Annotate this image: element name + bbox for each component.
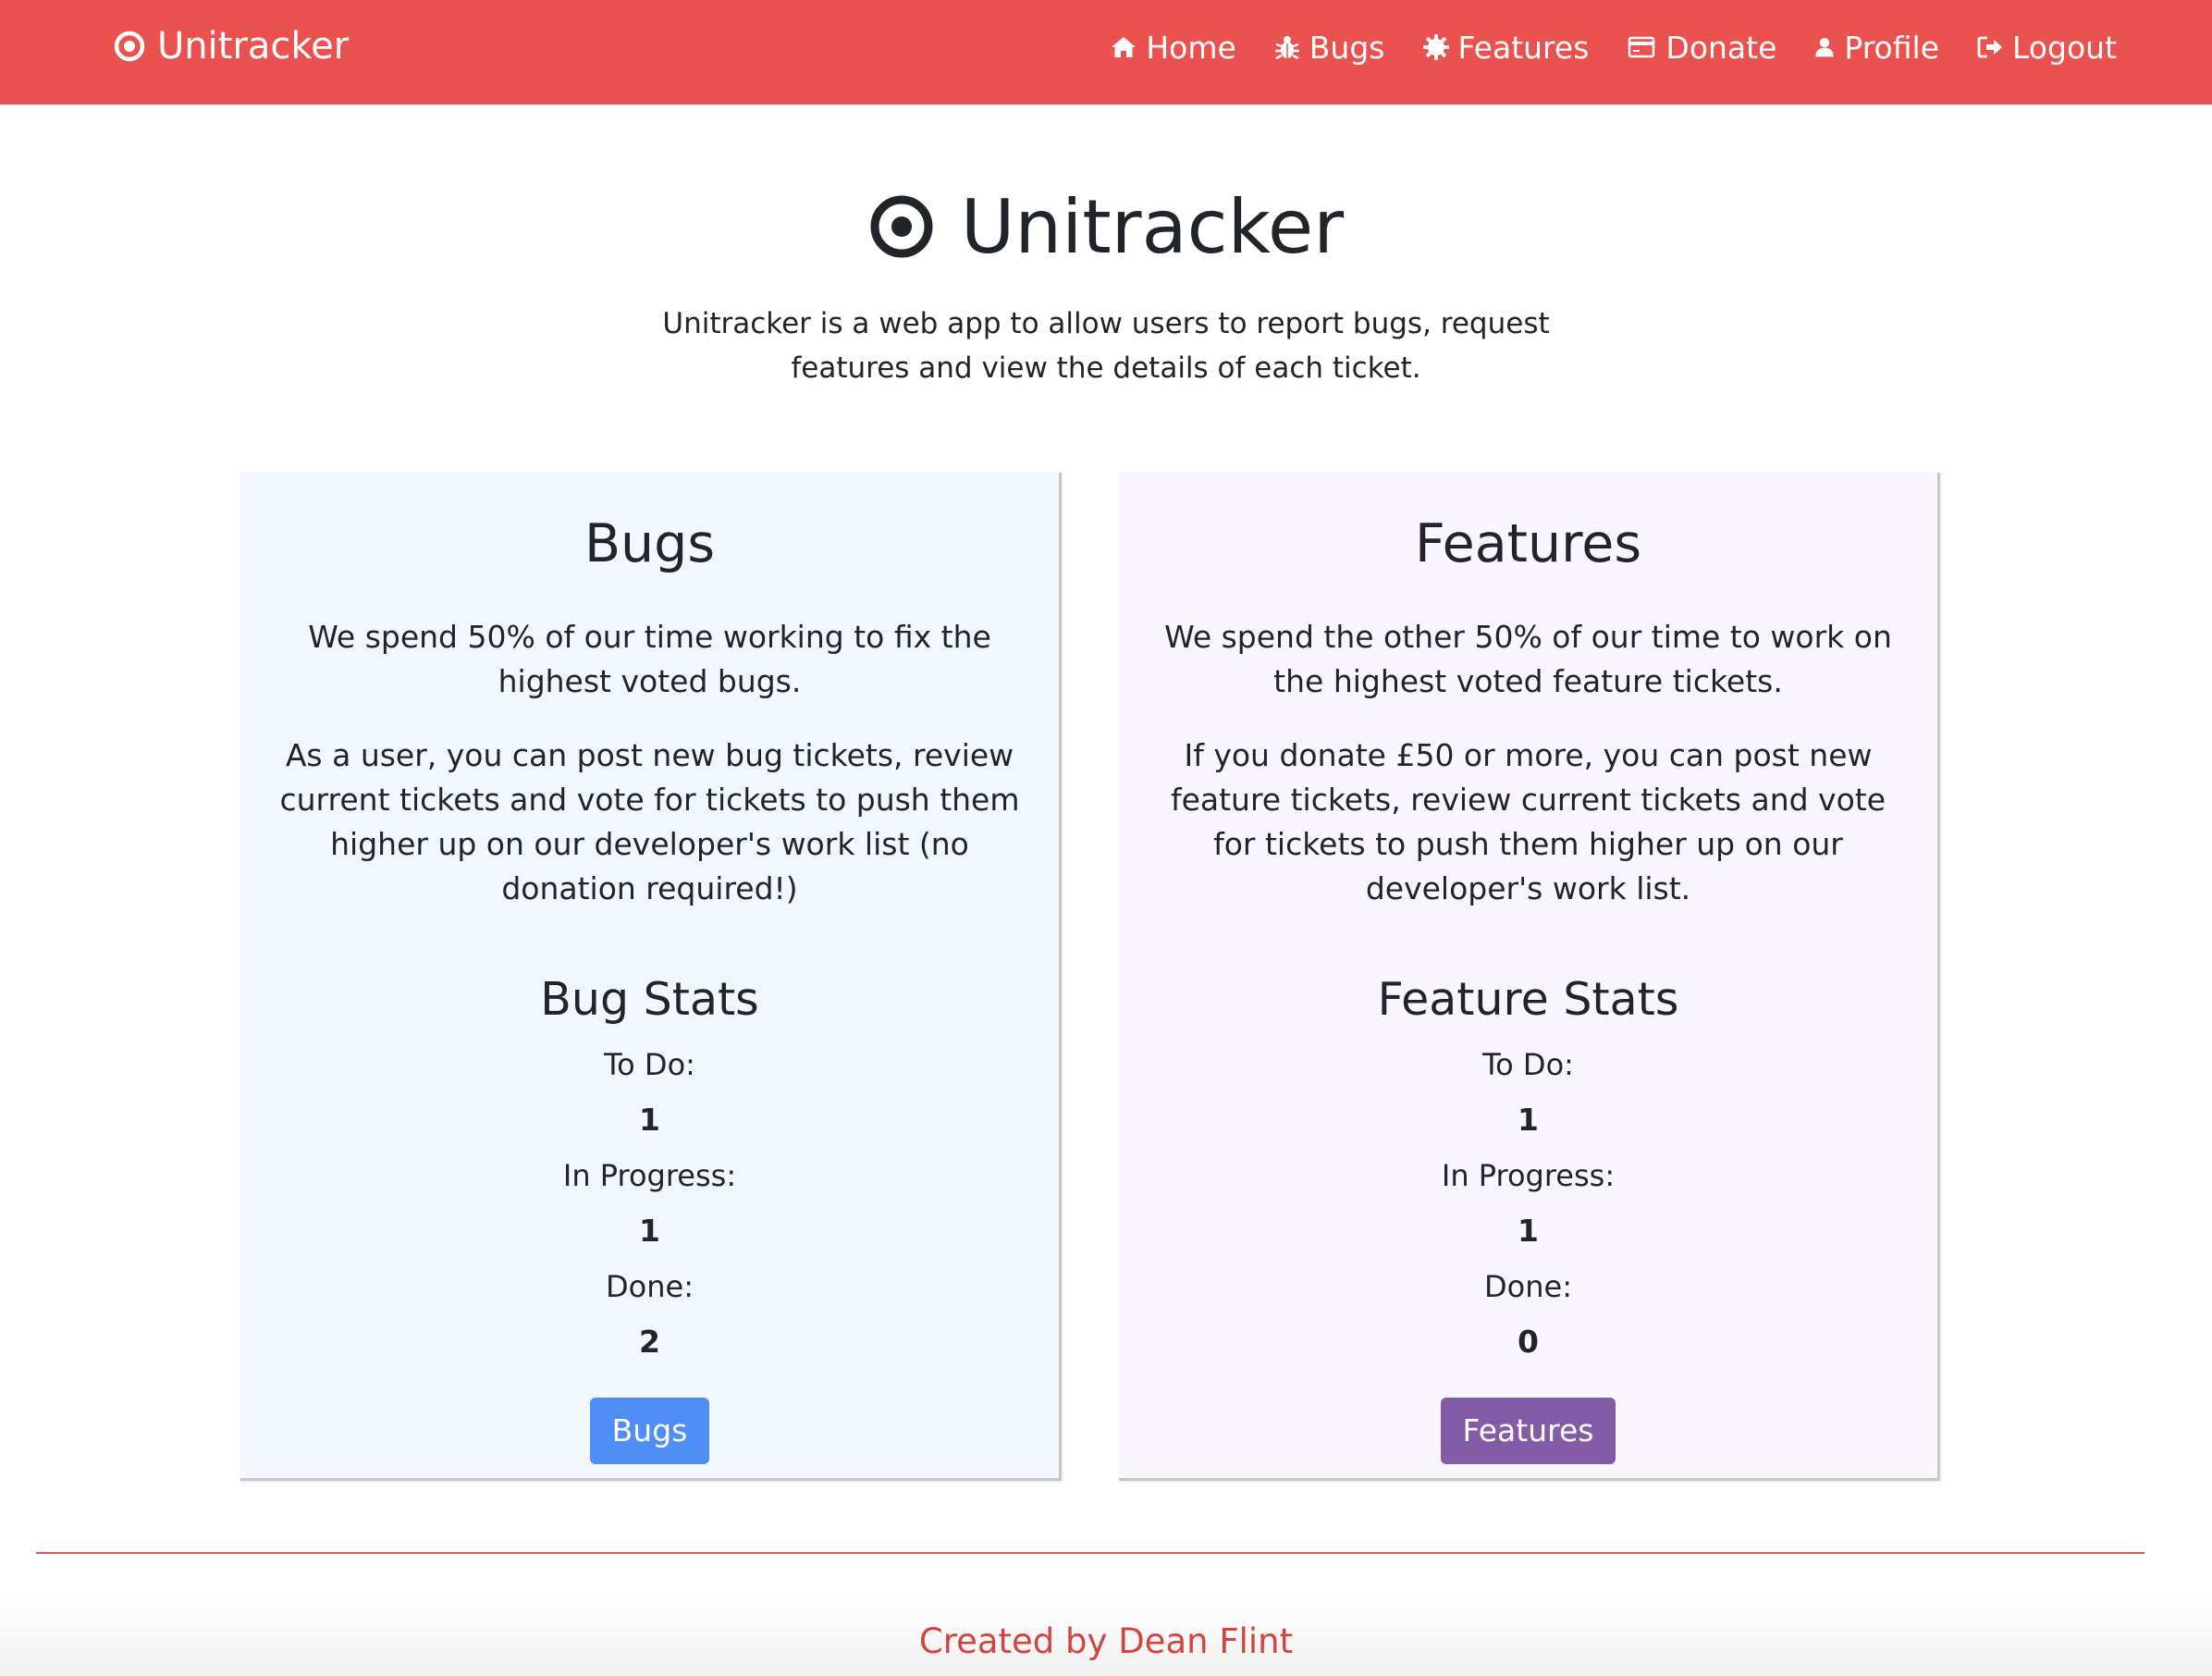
stat-value-in-progress: 1 — [1518, 1213, 1539, 1249]
stat-value-in-progress: 1 — [639, 1213, 660, 1249]
nav-link-bugs[interactable]: Bugs — [1273, 30, 1385, 66]
nav-link-donate[interactable]: Donate — [1626, 30, 1776, 66]
features-card: Features We spend the other 50% of our t… — [1119, 473, 1940, 1481]
footer: Created by Dean Flint — [0, 1591, 2212, 1676]
features-card-paragraph: We spend the other 50% of our time to wo… — [1164, 619, 1892, 699]
hero: Unitracker Unitracker is a web app to al… — [0, 176, 2212, 390]
bugs-card-paragraph: We spend 50% of our time working to fix … — [308, 619, 991, 699]
nav-link-label: Logout — [2012, 29, 2117, 66]
footer-credit: Created by Dean Flint — [918, 1621, 1294, 1661]
stat-label-done: Done: — [606, 1269, 694, 1304]
features-button[interactable]: Features — [1440, 1398, 1616, 1464]
stat-label-todo: To Do: — [604, 1047, 695, 1082]
user-icon — [1815, 38, 1834, 57]
stat-value-todo: 1 — [639, 1102, 660, 1138]
bugs-card-paragraph: As a user, you can post new bug tickets,… — [279, 737, 1020, 906]
navbar: Unitracker Home Bugs Features Donate Pro… — [0, 0, 2212, 105]
target-icon — [114, 31, 145, 62]
bug-stats-title: Bug Stats — [540, 973, 759, 1026]
nav-link-features[interactable]: Features — [1422, 29, 1590, 66]
bugs-card: Bugs We spend 50% of our time working to… — [240, 473, 1062, 1481]
feature-stats-title: Feature Stats — [1377, 973, 1679, 1026]
nav-link-label: Bugs — [1309, 29, 1385, 66]
target-icon — [870, 195, 933, 258]
nav-link-label: Home — [1146, 29, 1236, 66]
nav-link-label: Profile — [1844, 29, 1939, 66]
brand-label: Unitracker — [157, 25, 350, 68]
nav-link-label: Features — [1457, 29, 1590, 66]
stat-label-in-progress: In Progress: — [562, 1158, 737, 1193]
bugs-button[interactable]: Bugs — [589, 1398, 710, 1464]
stat-label-done: Done: — [1484, 1269, 1572, 1304]
stat-value-todo: 1 — [1518, 1102, 1539, 1138]
stat-label-in-progress: In Progress: — [1441, 1158, 1616, 1193]
features-card-title: Features — [1414, 513, 1642, 574]
bug-icon — [1274, 36, 1299, 60]
nav-link-home[interactable]: Home — [1110, 29, 1236, 66]
nav-link-label: Donate — [1665, 29, 1777, 66]
features-card-paragraph: If you donate £50 or more, you can post … — [1170, 737, 1886, 906]
nav-link-profile[interactable]: Profile — [1813, 30, 1939, 66]
footer-divider — [36, 1552, 2144, 1554]
nav-links: Home Bugs Features Donate Profile Logout — [1073, 0, 2117, 94]
credit-card-icon — [1628, 36, 1655, 58]
gear-icon — [1422, 34, 1449, 60]
page-title-text: Unitracker — [960, 183, 1345, 270]
page-title: Unitracker — [0, 176, 2212, 277]
bugs-card-title: Bugs — [584, 513, 716, 574]
brand-link[interactable]: Unitracker — [113, 0, 349, 92]
stat-value-done: 0 — [1518, 1324, 1539, 1360]
stat-label-todo: To Do: — [1482, 1047, 1574, 1082]
stat-value-done: 2 — [639, 1324, 660, 1360]
nav-link-logout[interactable]: Logout — [1976, 30, 2117, 66]
hero-description: Unitracker is a web app to allow users t… — [662, 307, 1550, 385]
sign-out-icon — [1977, 36, 2002, 58]
home-icon — [1112, 37, 1137, 57]
